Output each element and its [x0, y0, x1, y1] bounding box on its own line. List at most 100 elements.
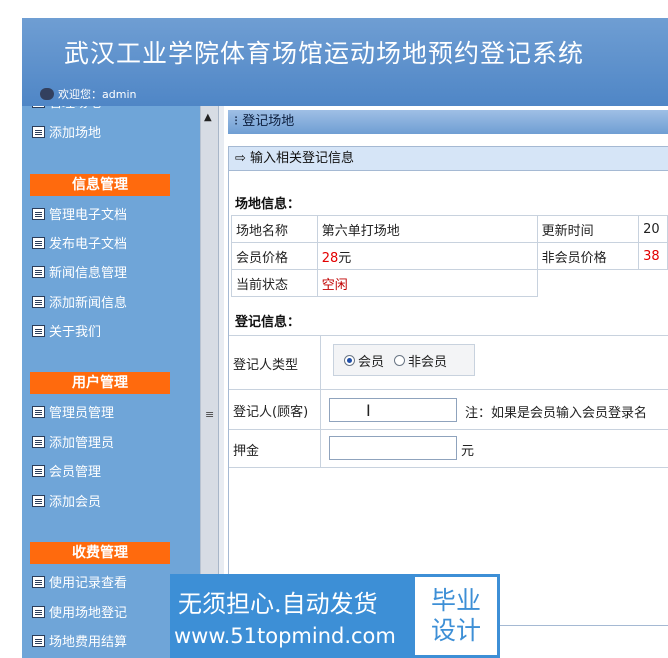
document-icon [32, 266, 45, 278]
sidebar-item-label: 管理场地 [49, 106, 101, 111]
registrant-type-label: 登记人类型 [229, 336, 321, 390]
section-header-info: 信息管理 [30, 174, 170, 196]
banner-badge: 毕业 设计 [412, 574, 500, 658]
sidebar-item-label: 添加管理员 [49, 436, 115, 451]
sidebar-item-label: 管理员管理 [49, 406, 115, 421]
radio-nonmember[interactable]: 非会员 [394, 351, 447, 370]
welcome-label: 欢迎您：admin [58, 88, 137, 101]
row-registrant: 登记人(顾客) I 注：如果是会员输入会员登录名 [229, 389, 668, 430]
document-icon [32, 495, 45, 507]
cell-label: 会员价格 [231, 242, 318, 270]
document-icon [32, 606, 45, 618]
document-icon [32, 436, 45, 448]
sidebar-item-add-news[interactable]: 添加新闻信息 [32, 292, 127, 316]
document-icon [32, 237, 45, 249]
deposit-unit: 元 [461, 444, 475, 459]
nonmember-price: 38 [643, 248, 660, 264]
sidebar-item-add-member[interactable]: 添加会员 [32, 491, 101, 515]
document-icon [32, 126, 45, 138]
sidebar-item-label: 使用场地登记 [49, 606, 128, 621]
diamond-arrow-icon: ⇨ [235, 151, 251, 166]
cell-value: 28元 [316, 242, 538, 270]
sidebar-item-label: 会员管理 [49, 465, 102, 480]
content-title: 登记场地 [242, 114, 295, 129]
deposit-label: 押金 [229, 430, 321, 468]
sidebar-item-label: 新闻信息管理 [49, 266, 128, 281]
sidebar-item-publish-docs[interactable]: 发布电子文档 [32, 233, 127, 257]
table-row: 场地名称 第六单打场地 更新时间 20 [231, 215, 668, 243]
sidebar-item-label: 使用记录查看 [49, 576, 128, 591]
banner-slogan: 无须担心.自动发货 [178, 590, 378, 618]
row-deposit: 押金 元 [229, 429, 668, 468]
registrant-type-group: 会员 非会员 [333, 344, 475, 376]
document-icon [32, 406, 45, 418]
radio-member[interactable]: 会员 [344, 351, 384, 370]
sidebar-item-label: 添加会员 [49, 495, 102, 510]
row-registrant-type: 登记人类型 会员 非会员 [229, 335, 668, 390]
document-icon [32, 635, 45, 647]
section-header-users: 用户管理 [30, 372, 170, 394]
document-icon [32, 106, 45, 108]
radio-nonmember-dot[interactable] [394, 354, 406, 366]
table-divider [229, 467, 668, 468]
sidebar-item-add-venue[interactable]: 添加场地 [32, 122, 101, 146]
venue-info-table: 场地名称 第六单打场地 更新时间 20 会员价格 28元 非会员价格 38 当前… [231, 215, 668, 297]
sidebar-item-label: 关于我们 [49, 325, 102, 340]
registration-panel: ⇨ 输入相关登记信息 场地信息： 场地名称 第六单打场地 更新时间 20 会员价… [228, 146, 668, 626]
sidebar-item-label: 场地费用结算 [49, 635, 128, 650]
content-titlebar: ⁝ 登记场地 [228, 110, 668, 134]
sidebar-item-add-admin[interactable]: 添加管理员 [32, 432, 114, 456]
document-icon [32, 465, 45, 477]
registrant-note: 注：如果是会员输入会员登录名 [465, 406, 648, 421]
banner-text-area: 无须担心.自动发货 www.51topmind.com [170, 574, 412, 658]
panel-header: ⇨ 输入相关登记信息 [229, 147, 668, 171]
document-icon [32, 576, 45, 588]
radio-member-dot[interactable] [344, 354, 355, 366]
document-icon [32, 325, 45, 337]
sidebar-item-admins[interactable]: 管理员管理 [32, 402, 114, 426]
cell-label: 场地名称 [231, 215, 318, 243]
sidebar-item-label: 管理电子文档 [49, 208, 128, 223]
sidebar-item-usage-records[interactable]: 使用记录查看 [32, 572, 127, 596]
sidebar-item-register-usage[interactable]: 使用场地登记 [32, 602, 127, 626]
app-header: 武汉工业学院体育场馆运动场地预约登记系统 欢迎您：admin [22, 18, 668, 106]
deposit-input[interactable] [329, 436, 457, 460]
registration-info-title: 登记信息： [235, 315, 301, 330]
venue-info-title: 场地信息： [235, 197, 301, 212]
cell-label: 当前状态 [231, 269, 318, 297]
cell-value: 空闲 [316, 269, 538, 297]
table-row: 当前状态 空闲 [231, 269, 668, 297]
section-header-fees: 收费管理 [30, 542, 170, 564]
table-row: 会员价格 28元 非会员价格 38 [231, 242, 668, 270]
cell-value: 38 [638, 242, 668, 270]
cell-empty [537, 270, 639, 297]
radio-nonmember-label: 非会员 [408, 354, 448, 370]
badge-line-2: 设计 [430, 616, 481, 645]
radio-member-label: 会员 [358, 354, 385, 370]
scroll-up-arrow-icon[interactable]: ▲ [204, 112, 212, 123]
system-title: 武汉工业学院体育场馆运动场地预约登记系统 [64, 39, 585, 68]
document-icon [32, 208, 45, 220]
watermark-banner: 无须担心.自动发货 www.51topmind.com 毕业 设计 [170, 574, 500, 658]
sidebar-item-news[interactable]: 新闻信息管理 [32, 262, 127, 286]
scroll-grip-icon[interactable]: ≡ [205, 408, 214, 421]
sidebar-item-manage-docs[interactable]: 管理电子文档 [32, 204, 127, 228]
sidebar-item-label: 添加新闻信息 [49, 296, 128, 311]
cell-value: 第六单打场地 [316, 215, 538, 243]
text-cursor-icon: I [366, 401, 371, 420]
sidebar-item-partial[interactable]: 管理场地 [32, 106, 101, 116]
user-icon [40, 88, 54, 100]
cell-value: 20 [638, 215, 668, 243]
welcome-text: 欢迎您：admin [40, 86, 136, 102]
sidebar-item-label: 添加场地 [49, 126, 102, 141]
document-icon [32, 296, 45, 308]
sidebar-item-settlement[interactable]: 场地费用结算 [32, 631, 127, 655]
status-value: 空闲 [321, 277, 348, 293]
registrant-input[interactable]: I [329, 398, 457, 422]
sidebar-item-members[interactable]: 会员管理 [32, 461, 101, 485]
badge-line-1: 毕业 [430, 586, 481, 615]
sidebar-item-about[interactable]: 关于我们 [32, 321, 101, 345]
member-price: 28 [321, 250, 339, 266]
price-unit: 元 [338, 250, 352, 266]
registrant-label: 登记人(顾客) [229, 390, 321, 430]
